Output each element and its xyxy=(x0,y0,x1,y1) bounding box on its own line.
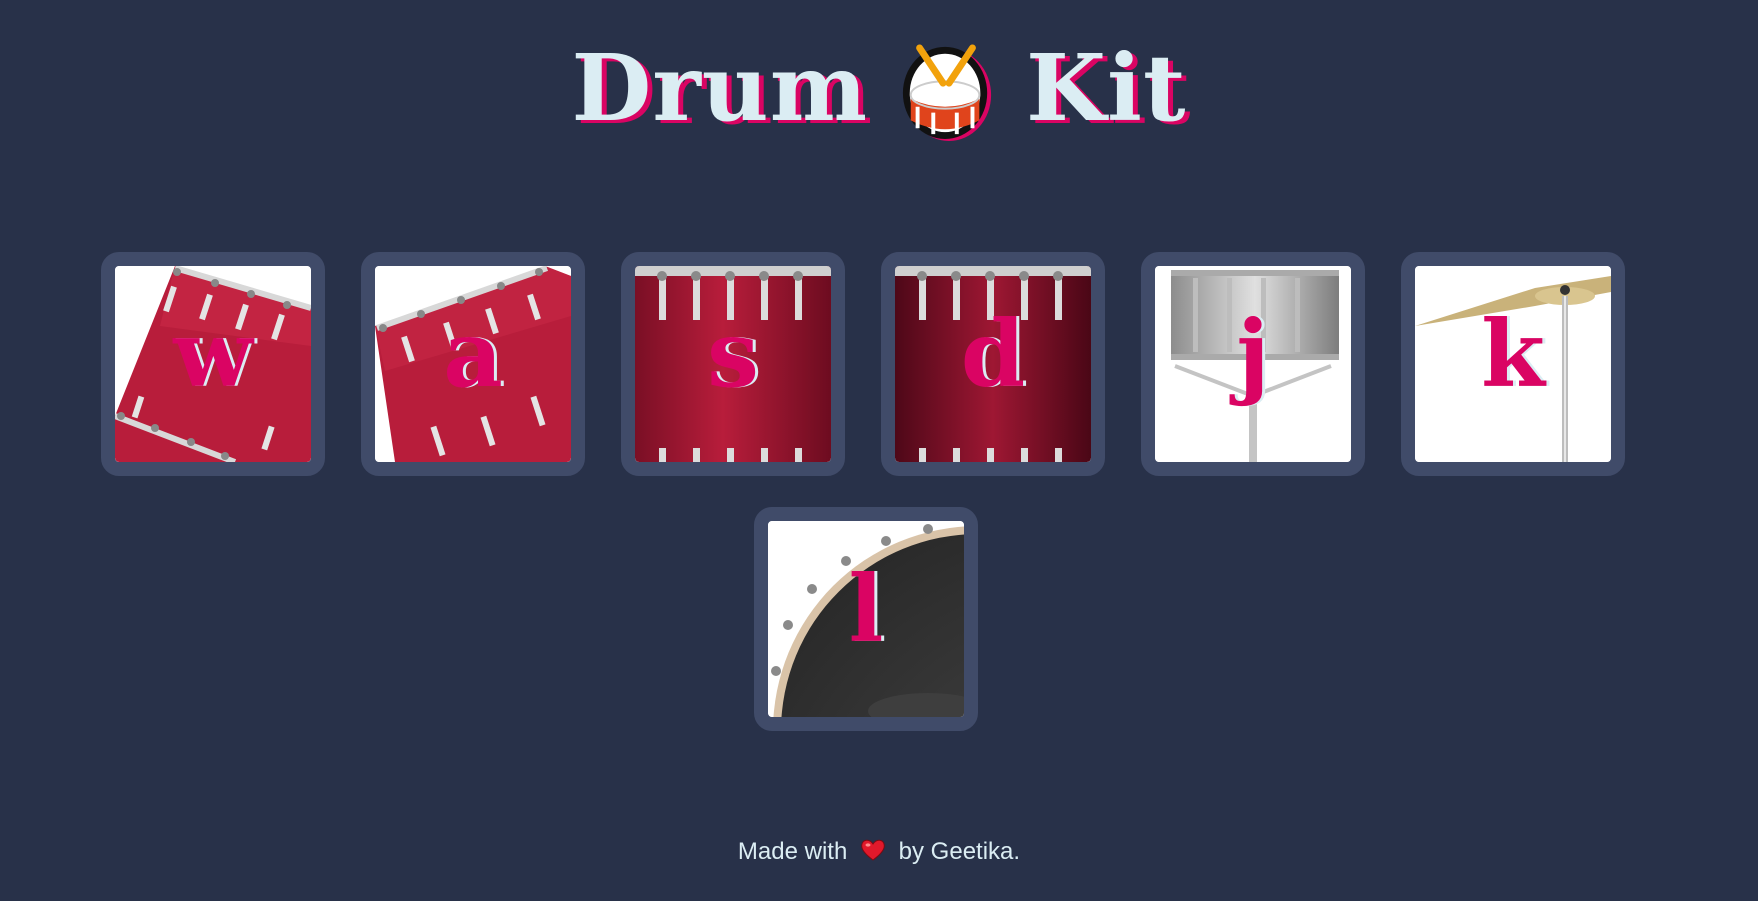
drum-button-d[interactable]: d xyxy=(881,252,1105,476)
drum-key-letter: l xyxy=(848,555,884,663)
drum-button-w[interactable]: w xyxy=(101,252,325,476)
title-word-drum: Drum xyxy=(571,34,869,142)
drum-row-top: w a s d j k xyxy=(101,252,1625,476)
drum-key-letter: s xyxy=(707,300,759,408)
drum-key-letter: k xyxy=(1481,300,1545,408)
drum-button-k[interactable]: k xyxy=(1401,252,1625,476)
drum-key-letter: d xyxy=(960,300,1026,408)
drum-key-letter: w xyxy=(173,300,253,408)
drum-button-a[interactable]: a xyxy=(361,252,585,476)
footer: Made with by Geetika. xyxy=(0,838,1758,866)
drum-key-letter: j xyxy=(1236,300,1270,408)
drum-button-s[interactable]: s xyxy=(621,252,845,476)
drum-key-letter: a xyxy=(443,300,503,408)
footer-prefix: Made with xyxy=(737,838,848,865)
drum-icon xyxy=(898,38,996,146)
heart-icon xyxy=(860,838,886,862)
drum-row-bottom: l xyxy=(754,507,978,731)
drum-button-j[interactable]: j xyxy=(1141,252,1365,476)
drum-button-l[interactable]: l xyxy=(754,507,978,731)
title-word-kit: Kit xyxy=(1026,34,1187,142)
page-title: Drum Kit xyxy=(0,28,1758,148)
footer-suffix: by Geetika. xyxy=(898,838,1021,865)
